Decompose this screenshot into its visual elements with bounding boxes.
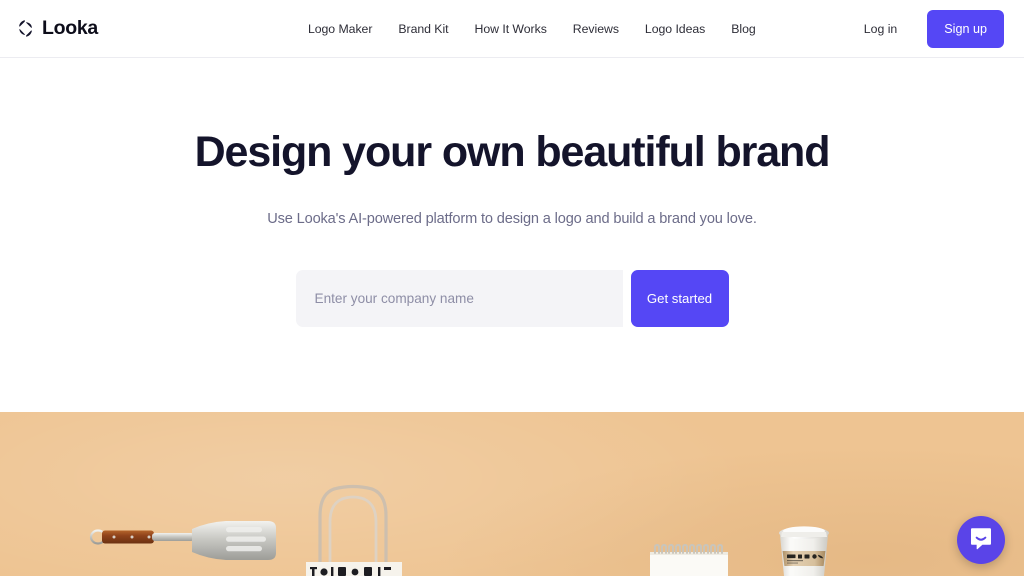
nav-item-blog[interactable]: Blog xyxy=(731,22,755,36)
page-title: Design your own beautiful brand xyxy=(194,128,831,176)
spatula-object xyxy=(89,521,276,560)
brand-name: Looka xyxy=(42,16,98,39)
company-name-form: Get started xyxy=(0,270,1024,328)
nav-item-logo-maker[interactable]: Logo Maker xyxy=(308,22,372,36)
hero-photo-band: MR Montenegro Media RICK FOSTER OWNER (8… xyxy=(0,412,1024,576)
spiral-notebook-object xyxy=(650,544,728,576)
header-actions: Log in Sign up xyxy=(864,9,1024,48)
site-header: Looka Logo Maker Brand Kit How It Works … xyxy=(0,0,1024,58)
login-link[interactable]: Log in xyxy=(864,22,898,36)
get-started-button[interactable]: Get started xyxy=(630,270,729,328)
nav-item-brand-kit[interactable]: Brand Kit xyxy=(398,22,448,36)
looka-mark-icon xyxy=(16,19,35,38)
tote-bag-object xyxy=(306,484,402,576)
nav-item-logo-ideas[interactable]: Logo Ideas xyxy=(645,22,705,36)
primary-nav: Logo Maker Brand Kit How It Works Review… xyxy=(308,22,756,36)
brand-logo-link[interactable]: Looka xyxy=(16,16,98,39)
signup-button[interactable]: Sign up xyxy=(927,9,1004,48)
hero-subtitle: Use Looka's AI-powered platform to desig… xyxy=(267,211,757,228)
intercom-chat-icon xyxy=(968,525,994,556)
intercom-chat-launcher[interactable] xyxy=(957,516,1005,564)
nav-item-reviews[interactable]: Reviews xyxy=(573,22,619,36)
company-name-input[interactable] xyxy=(295,270,623,328)
coffee-cup-object xyxy=(779,526,829,576)
hero-section: Design your own beautiful brand Use Look… xyxy=(0,58,1024,412)
nav-item-how-it-works[interactable]: How It Works xyxy=(475,22,547,36)
